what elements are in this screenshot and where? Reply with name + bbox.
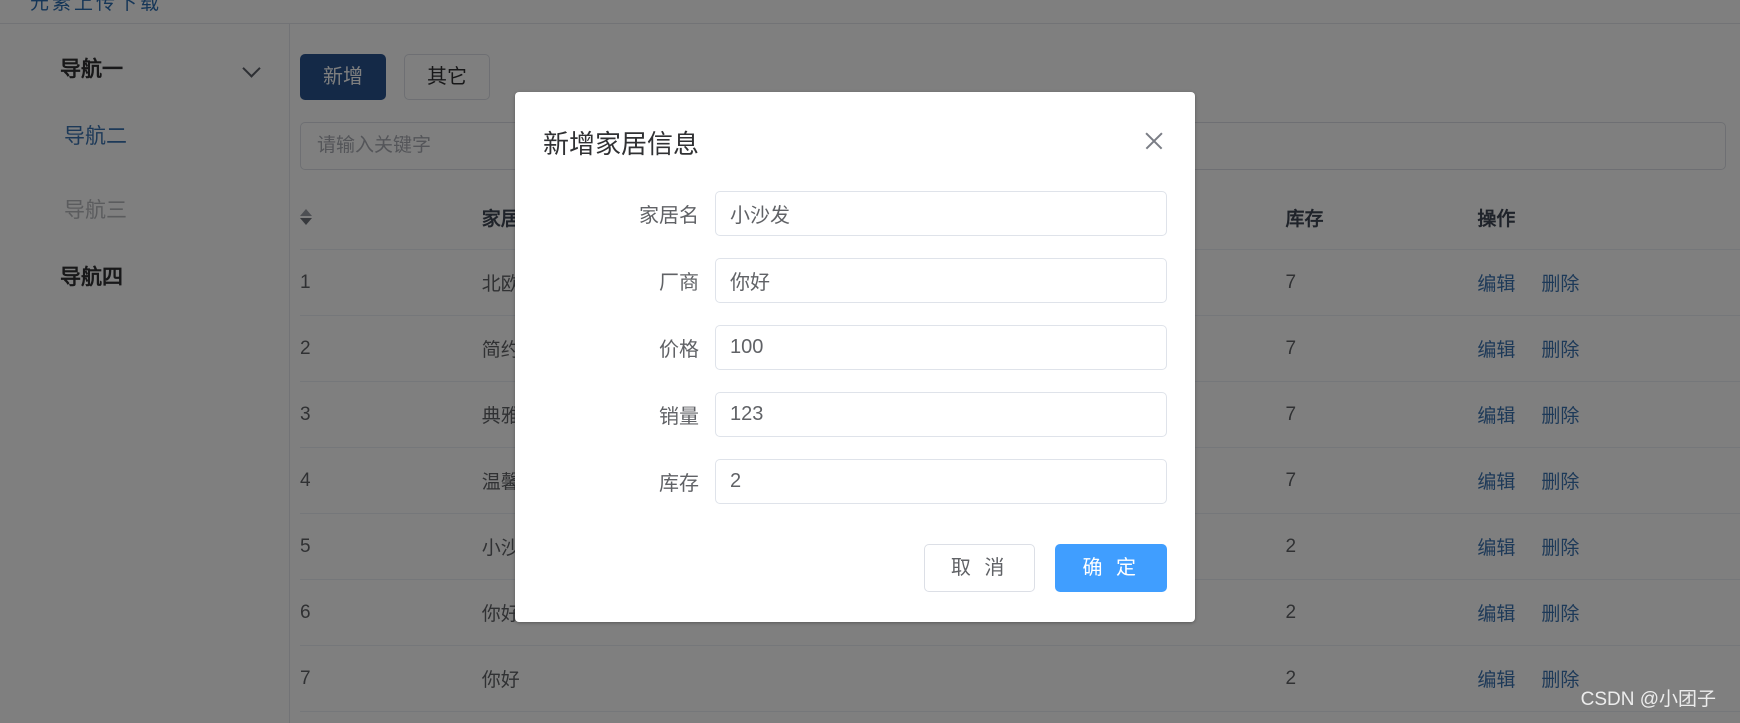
form-label: 厂商 bbox=[659, 272, 699, 294]
dialog-title: 新增家居信息 bbox=[543, 129, 700, 159]
close-icon[interactable] bbox=[1141, 128, 1167, 154]
app-root: 元素上传下载 导航一 导航二 导航三 导航四 bbox=[0, 0, 1740, 723]
form-input[interactable] bbox=[715, 325, 1167, 370]
form-input[interactable] bbox=[715, 392, 1167, 437]
form-label: 库存 bbox=[659, 473, 699, 495]
form-label: 价格 bbox=[659, 339, 699, 361]
form-row: 销量 bbox=[543, 392, 1167, 437]
form-row: 厂商 bbox=[543, 258, 1167, 303]
form-input[interactable] bbox=[715, 191, 1167, 236]
form-row: 价格 bbox=[543, 325, 1167, 370]
form-label: 销量 bbox=[659, 406, 699, 428]
form-input[interactable] bbox=[715, 258, 1167, 303]
dialog-body: 家居名厂商价格销量库存 bbox=[543, 165, 1167, 504]
add-furniture-dialog: 新增家居信息 家居名厂商价格销量库存 取 消 确 定 bbox=[515, 92, 1195, 622]
confirm-button[interactable]: 确 定 bbox=[1055, 544, 1167, 592]
dialog-header: 新增家居信息 bbox=[543, 116, 1167, 165]
form-input[interactable] bbox=[715, 459, 1167, 504]
form-row: 家居名 bbox=[543, 191, 1167, 236]
dialog-footer: 取 消 确 定 bbox=[543, 526, 1167, 622]
form-row: 库存 bbox=[543, 459, 1167, 504]
cancel-button[interactable]: 取 消 bbox=[923, 544, 1036, 592]
form-label: 家居名 bbox=[639, 205, 699, 227]
